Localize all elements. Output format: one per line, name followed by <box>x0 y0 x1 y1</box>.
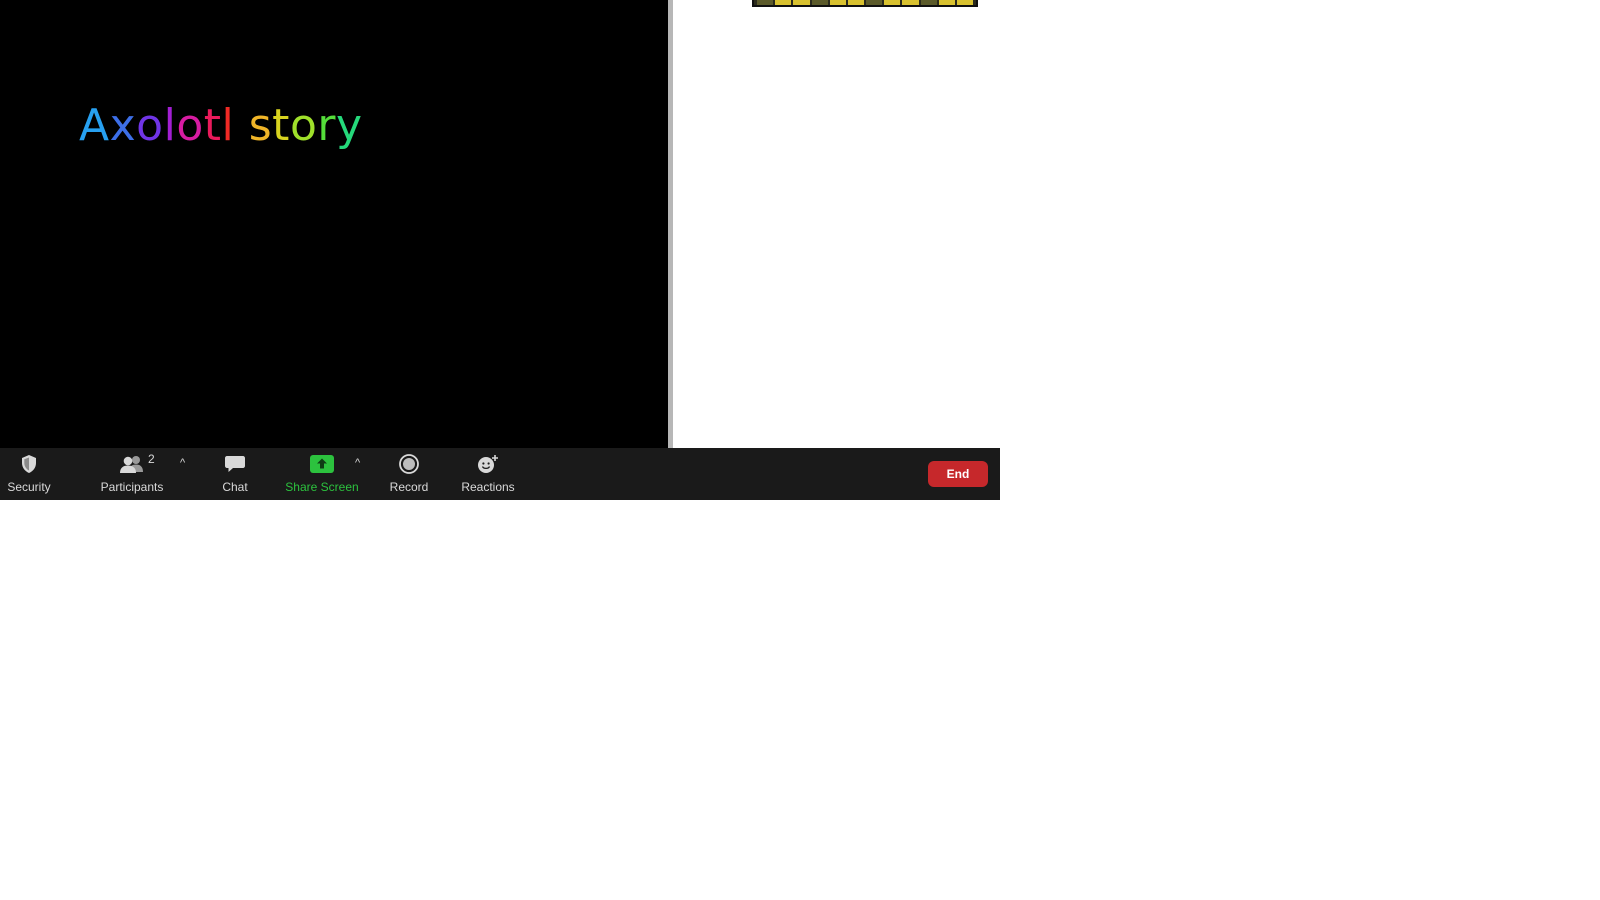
record-button[interactable]: Record <box>388 448 430 500</box>
reactions-button[interactable]: Reactions <box>460 448 516 500</box>
share-screen-label: Share Screen <box>285 480 359 494</box>
participants-label: Participants <box>100 480 164 494</box>
security-label: Security <box>7 480 51 494</box>
slide-title-word: story <box>248 100 363 151</box>
slide-title-word: Axolotl <box>79 100 235 151</box>
chat-label: Chat <box>222 480 248 494</box>
side-panel <box>673 0 1000 448</box>
record-icon <box>399 454 419 474</box>
meeting-toolbar: Security 2 Participants Chat Share Scree… <box>0 448 1000 500</box>
meeting-window: Axolotl story Security 2 Participants Ch… <box>0 0 1000 500</box>
end-meeting-button[interactable]: End <box>928 461 988 487</box>
record-label: Record <box>389 480 429 494</box>
video-thumbnail-strip[interactable] <box>752 0 978 7</box>
security-button[interactable]: Security <box>6 448 52 500</box>
slide-title: Axolotl story <box>79 100 363 152</box>
shared-content-view[interactable]: Axolotl story <box>0 0 668 448</box>
share-screen-button[interactable]: Share Screen <box>285 448 359 500</box>
participants-icon: 2 <box>119 452 155 474</box>
reactions-label: Reactions <box>461 480 515 494</box>
share-screen-icon <box>310 454 334 474</box>
chat-icon <box>224 454 246 474</box>
share-screen-chevron-up-icon[interactable]: ^ <box>355 457 360 469</box>
shield-icon <box>20 454 38 474</box>
participants-button[interactable]: 2 Participants <box>98 448 166 500</box>
reactions-icon <box>477 454 499 474</box>
participants-chevron-up-icon[interactable]: ^ <box>180 457 185 469</box>
participant-count: 2 <box>148 452 155 466</box>
chat-button[interactable]: Chat <box>218 448 252 500</box>
